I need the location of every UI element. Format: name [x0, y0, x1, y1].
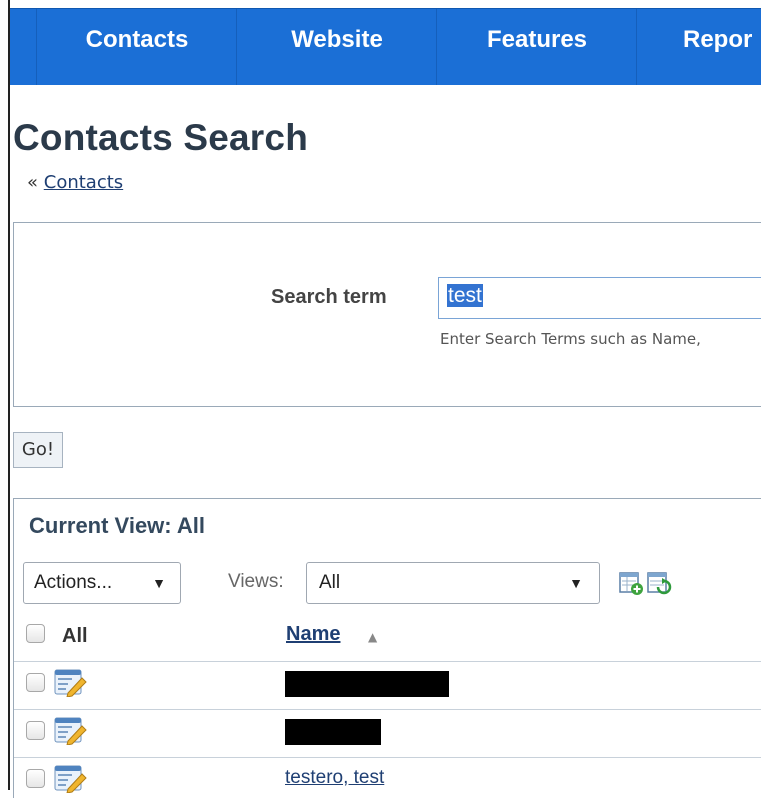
nav-item-website[interactable]: Website [236, 9, 437, 85]
edit-contact-icon[interactable] [54, 717, 88, 745]
redacted-name [285, 719, 381, 745]
views-dropdown[interactable]: All ▼ [306, 562, 600, 604]
dropdown-arrow-icon: ▼ [569, 575, 583, 591]
views-label: Views: [228, 571, 284, 592]
table-row [14, 709, 761, 758]
contact-name-link[interactable]: testero, test [285, 767, 384, 789]
top-nav-bar: Contacts Website Features Repor [10, 8, 761, 85]
dropdown-arrow-icon: ▼ [152, 575, 166, 591]
sort-ascending-icon[interactable]: ▲ [368, 630, 377, 644]
nav-item-contacts[interactable]: Contacts [36, 9, 237, 85]
edit-contact-icon[interactable] [54, 765, 88, 793]
name-column-header[interactable]: Name [286, 623, 340, 646]
search-term-input[interactable]: test [438, 277, 761, 319]
refresh-view-icon[interactable] [646, 570, 672, 596]
breadcrumb-link-contacts[interactable]: Contacts [44, 172, 123, 193]
actions-dropdown-label: Actions... [34, 572, 113, 593]
row-checkbox[interactable] [26, 673, 45, 692]
redacted-name [285, 671, 449, 697]
breadcrumb-back-arrow: « [27, 172, 39, 193]
go-button[interactable]: Go! [13, 432, 63, 468]
actions-dropdown[interactable]: Actions... ▼ [23, 562, 181, 604]
row-checkbox[interactable] [26, 721, 45, 740]
nav-item-features[interactable]: Features [436, 9, 637, 85]
row-checkbox[interactable] [26, 769, 45, 788]
table-row [14, 661, 761, 710]
search-term-value: test [447, 284, 483, 307]
search-term-label: Search term [271, 286, 387, 308]
page-title: Contacts Search [13, 117, 308, 158]
views-dropdown-value: All [319, 572, 341, 593]
select-all-label: All [62, 625, 88, 647]
table-header [14, 614, 761, 662]
edit-contact-icon[interactable] [54, 669, 88, 697]
current-view-title: Current View: All [29, 513, 206, 538]
add-view-icon[interactable] [618, 570, 644, 596]
select-all-checkbox[interactable] [26, 624, 45, 643]
nav-item-reports[interactable]: Repor [636, 9, 761, 85]
breadcrumb: « Contacts [27, 172, 123, 193]
page-left-border [8, 0, 10, 790]
table-row: testero, test [14, 757, 761, 805]
search-hint-text: Enter Search Terms such as Name, [440, 330, 701, 348]
